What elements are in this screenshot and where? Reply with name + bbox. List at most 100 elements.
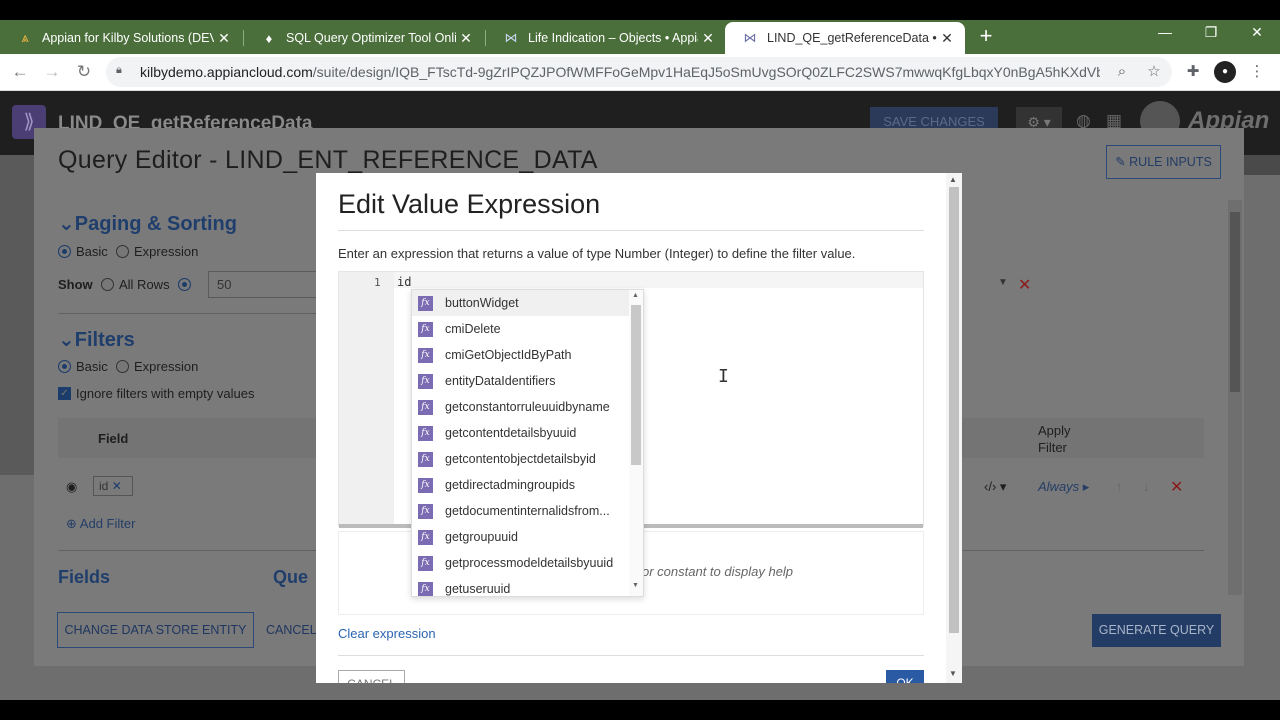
extensions-icon[interactable]: ✚: [1182, 61, 1204, 83]
restore-icon[interactable]: ❐: [1196, 24, 1226, 41]
autocomplete-item[interactable]: fx getuseruuid: [412, 576, 629, 596]
dialog-cancel-button[interactable]: CANCEL: [338, 670, 405, 683]
function-icon: fx: [418, 477, 433, 493]
close-icon[interactable]: ✕: [214, 30, 234, 47]
move-down-icon[interactable]: ↓: [1143, 479, 1150, 494]
autocomplete-item[interactable]: fx getdocumentinternalidsfrom...: [412, 498, 629, 524]
back-icon[interactable]: ←: [8, 60, 32, 84]
url-text: kilbydemo.appiancloud.com/suite/design/I…: [140, 64, 1100, 80]
autocomplete-item[interactable]: fx getconstantorruleuuidbyname: [412, 394, 629, 420]
line-gutter: [339, 272, 394, 526]
close-icon[interactable]: ✕: [456, 30, 476, 47]
clear-expression-link[interactable]: Clear expression: [338, 626, 436, 641]
forward-icon[interactable]: →: [40, 60, 64, 84]
generate-query-button[interactable]: GENERATE QUERY: [1092, 614, 1221, 647]
dialog-ok-button[interactable]: OK: [886, 670, 924, 683]
all-rows-radio[interactable]: [101, 278, 114, 291]
ignore-empty-checkbox[interactable]: ✓: [58, 387, 71, 400]
autocomplete-item-label: getgroupuuid: [445, 530, 518, 544]
url-host: kilbydemo.appiancloud.com: [140, 64, 313, 80]
function-icon: fx: [418, 529, 433, 545]
move-up-icon[interactable]: ↑: [1116, 479, 1123, 494]
dialog-scrollbar[interactable]: ▲ ▼: [946, 173, 962, 683]
autocomplete-item-label: buttonWidget: [445, 296, 519, 310]
autocomplete-item-label: getdirectadmingroupids: [445, 478, 575, 492]
query-editor-scrollbar[interactable]: [1228, 200, 1242, 595]
tab-title: Appian for Kilby Solutions (DEV): [42, 31, 214, 45]
function-icon: fx: [418, 503, 433, 519]
expression-code[interactable]: id: [397, 275, 411, 289]
all-rows-label: All Rows: [119, 277, 170, 292]
autocomplete-item[interactable]: fx getgroupuuid: [412, 524, 629, 550]
apply-always-link[interactable]: Always ▸: [1038, 479, 1089, 495]
menu-icon[interactable]: ⋮: [1246, 61, 1268, 83]
close-window-icon[interactable]: ✕: [1242, 24, 1272, 41]
tab-life-indication[interactable]: ⋈ Life Indication – Objects • Appian ✕: [486, 22, 726, 54]
rule-inputs-button[interactable]: ✎ RULE INPUTS: [1106, 145, 1221, 179]
add-filter-link[interactable]: ⊕ Add Filter: [66, 516, 135, 532]
change-data-store-entity-button[interactable]: CHANGE DATA STORE ENTITY: [57, 612, 254, 648]
autocomplete-item-label: getuseruuid: [445, 582, 511, 596]
sql-icon: ♦: [265, 30, 273, 46]
tab-lind-qe[interactable]: ⋈ LIND_QE_getReferenceData • Appian ✕: [725, 22, 965, 54]
new-tab-icon[interactable]: +: [976, 24, 996, 50]
filters-basic-radio[interactable]: [58, 360, 71, 373]
autocomplete-item-label: getconstantorruleuuidbyname: [445, 400, 610, 414]
add-filter-label: Add Filter: [79, 516, 136, 531]
reload-icon[interactable]: ↻: [72, 60, 96, 84]
autocomplete-item[interactable]: fx getcontentdetailsbyuuid: [412, 420, 629, 446]
remove-icon[interactable]: ✕: [112, 479, 122, 493]
scroll-up-icon[interactable]: ▲: [632, 292, 639, 299]
query-editor-cancel-button[interactable]: CANCEL: [266, 623, 317, 637]
scroll-up-icon[interactable]: ▲: [949, 175, 957, 184]
autocomplete-item[interactable]: fx getdirectadmingroupids: [412, 472, 629, 498]
url-path: /suite/design/IQB_FTscTd-9gZrIPQZJPOfWMF…: [312, 64, 1100, 80]
chevron-down-icon[interactable]: ▼: [998, 277, 1008, 288]
function-icon: fx: [418, 581, 433, 596]
fields-heading: Fields: [58, 567, 111, 587]
eye-icon[interactable]: ◉: [66, 479, 77, 495]
minimize-icon[interactable]: —: [1150, 24, 1180, 40]
autocomplete-item[interactable]: fx getprocessmodeldetailsbyuuid: [412, 550, 629, 576]
expression-toggle-icon[interactable]: ‹/› ▾: [984, 479, 1006, 495]
filters-expression-label: Expression: [134, 359, 199, 374]
autocomplete-dropdown: fx buttonWidget fx cmiDelete fx cmiGetObjec…: [411, 289, 644, 597]
filters-expression-radio[interactable]: [116, 360, 129, 373]
scroll-down-icon[interactable]: ▼: [632, 582, 639, 589]
filter-field-value: id: [99, 479, 109, 493]
autocomplete-item-label: entityDataIdentifiers: [445, 374, 556, 388]
autocomplete-item[interactable]: fx buttonWidget: [412, 290, 629, 316]
delete-filter-icon[interactable]: ✕: [1170, 477, 1183, 497]
batch-size-radio[interactable]: [178, 278, 191, 291]
autocomplete-item[interactable]: fx cmiGetObjectIdByPath: [412, 342, 629, 368]
tab-sql-optimizer[interactable]: ♦ SQL Query Optimizer Tool Online ✕: [244, 22, 484, 54]
autocomplete-scrollbar[interactable]: ▲ ▼: [629, 290, 643, 596]
tab-appian-dev[interactable]: ⩓ Appian for Kilby Solutions (DEV) ✕: [0, 22, 242, 54]
close-icon[interactable]: ✕: [698, 30, 718, 47]
zoom-icon[interactable]: ⌕: [1112, 62, 1132, 82]
filter-field-pill[interactable]: id ✕: [93, 476, 133, 496]
paging-sorting-label: Paging & Sorting: [74, 213, 237, 235]
paging-expression-radio[interactable]: [116, 245, 129, 258]
autocomplete-item[interactable]: fx entityDataIdentifiers: [412, 368, 629, 394]
filters-heading[interactable]: ⌄Filters: [58, 327, 135, 352]
scroll-down-icon[interactable]: ▼: [949, 669, 957, 678]
star-icon[interactable]: ☆: [1144, 62, 1164, 82]
close-icon[interactable]: ✕: [937, 30, 957, 47]
paging-expression-label: Expression: [134, 244, 199, 259]
appian-icon: ⩓: [21, 30, 29, 45]
address-bar[interactable]: 🔒︎ kilbydemo.appiancloud.com/suite/desig…: [106, 57, 1172, 87]
paging-basic-radio[interactable]: [58, 245, 71, 258]
autocomplete-item[interactable]: fx cmiDelete: [412, 316, 629, 342]
right-panel: [1244, 155, 1280, 175]
line-number: 1: [374, 276, 381, 289]
profile-icon[interactable]: ●: [1214, 61, 1236, 83]
function-icon: fx: [418, 399, 433, 415]
remove-sort-icon[interactable]: ✕: [1018, 275, 1031, 295]
tab-title: Life Indication – Objects • Appian: [528, 31, 698, 45]
show-label: Show: [58, 277, 93, 292]
paging-sorting-heading[interactable]: ⌄Paging & Sorting: [58, 211, 237, 236]
batch-size-input[interactable]: 50: [208, 271, 318, 298]
autocomplete-item[interactable]: fx getcontentobjectdetailsbyid: [412, 446, 629, 472]
browser-tabstrip: ⩓ Appian for Kilby Solutions (DEV) ✕ ♦ S…: [0, 20, 1280, 54]
